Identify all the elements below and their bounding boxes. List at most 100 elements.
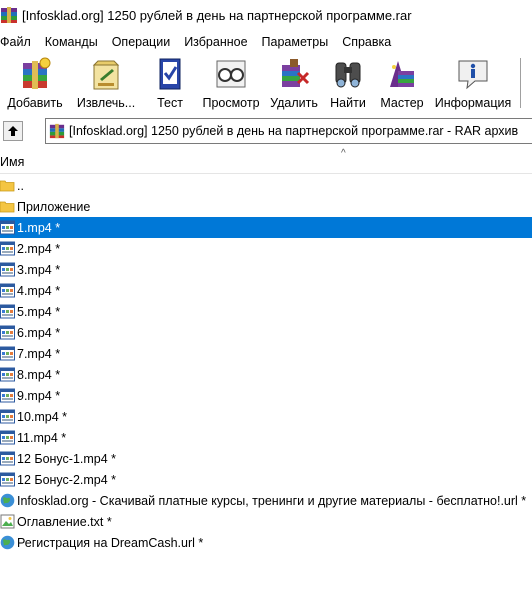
- column-name[interactable]: Имя: [0, 155, 24, 169]
- menu-favorites[interactable]: Избранное: [177, 35, 254, 49]
- extract-button-label: Извлечь...: [76, 96, 136, 110]
- file-row[interactable]: Infosklad.org - Скачивай платные курсы, …: [0, 490, 532, 511]
- file-name: 3.mp4 *: [17, 262, 61, 277]
- file-row[interactable]: 12 Бонус-2.mp4 *: [0, 469, 532, 490]
- test-button-label: Тест: [157, 96, 183, 110]
- menu-help[interactable]: Справка: [335, 35, 398, 49]
- file-name: 1.mp4 *: [17, 220, 61, 235]
- add-button[interactable]: Добавить: [0, 52, 70, 114]
- info-button-label: Информация: [434, 96, 512, 110]
- video-file-icon: [0, 409, 15, 424]
- extract-icon: [92, 60, 120, 90]
- up-one-level-button[interactable]: [3, 121, 23, 141]
- file-row[interactable]: 10.mp4 *: [0, 406, 532, 427]
- file-name: 4.mp4 *: [17, 283, 61, 298]
- view-button-label: Просмотр: [202, 96, 260, 110]
- file-row[interactable]: 12 Бонус-1.mp4 *: [0, 448, 532, 469]
- video-file-icon: [0, 220, 15, 235]
- archive-path: [Infosklad.org] 1250 рублей в день на па…: [69, 124, 519, 138]
- address-field[interactable]: [Infosklad.org] 1250 рублей в день на па…: [45, 118, 532, 144]
- file-row[interactable]: Регистрация на DreamCash.url *: [0, 532, 532, 553]
- video-file-icon: [0, 346, 15, 361]
- video-file-icon: [0, 472, 15, 487]
- file-name: 12 Бонус-2.mp4 *: [17, 472, 117, 487]
- file-row[interactable]: 6.mp4 *: [0, 322, 532, 343]
- menu-bar: Файл Команды Операции Избранное Параметр…: [0, 32, 532, 52]
- video-file-icon: [0, 325, 15, 340]
- view-button[interactable]: Просмотр: [198, 52, 264, 114]
- delete-button[interactable]: Удалить: [264, 52, 324, 114]
- file-name: Приложение: [17, 199, 91, 214]
- menu-commands[interactable]: Команды: [38, 35, 105, 49]
- file-row[interactable]: 2.mp4 *: [0, 238, 532, 259]
- file-name: Оглавление.txt *: [17, 514, 112, 529]
- file-list: .. Приложение 1.mp4 * 2.mp4 * 3.mp4 * 4.mp4 *…: [0, 175, 532, 553]
- video-file-icon: [0, 241, 15, 256]
- file-name: ..: [17, 178, 24, 193]
- add-button-label: Добавить: [7, 96, 63, 110]
- video-file-icon: [0, 388, 15, 403]
- find-button-label: Найти: [330, 96, 366, 110]
- file-name: 9.mp4 *: [17, 388, 61, 403]
- test-button[interactable]: Тест: [142, 52, 198, 114]
- menu-operations[interactable]: Операции: [105, 35, 177, 49]
- address-bar: [Infosklad.org] 1250 рублей в день на па…: [0, 118, 532, 144]
- find-icon: [335, 62, 361, 88]
- test-icon: [159, 58, 181, 90]
- column-header: Имя ^: [0, 148, 532, 174]
- arrow-up-icon: [8, 126, 18, 136]
- file-row[interactable]: 3.mp4 *: [0, 259, 532, 280]
- wizard-button-label: Мастер: [380, 96, 424, 110]
- file-row[interactable]: ..: [0, 175, 532, 196]
- add-archive-icon: [23, 57, 51, 89]
- video-file-icon: [0, 451, 15, 466]
- file-row[interactable]: 1.mp4 *: [0, 217, 532, 238]
- menu-file[interactable]: Файл: [0, 35, 38, 49]
- file-row[interactable]: 4.mp4 *: [0, 280, 532, 301]
- video-file-icon: [0, 430, 15, 445]
- file-row[interactable]: 11.mp4 *: [0, 427, 532, 448]
- globe-url-icon: [0, 535, 15, 550]
- file-name: 10.mp4 *: [17, 409, 68, 424]
- archive-icon: [49, 123, 65, 139]
- file-name: 6.mp4 *: [17, 325, 61, 340]
- file-name: 7.mp4 *: [17, 346, 61, 361]
- winrar-app-icon: [1, 7, 17, 23]
- info-icon: [458, 60, 488, 90]
- find-button[interactable]: Найти: [324, 52, 372, 114]
- menu-options[interactable]: Параметры: [255, 35, 336, 49]
- file-row[interactable]: Приложение: [0, 196, 532, 217]
- file-name: 5.mp4 *: [17, 304, 61, 319]
- folder-icon: [0, 178, 15, 193]
- file-name: 2.mp4 *: [17, 241, 61, 256]
- file-name: Infosklad.org - Скачивай платные курсы, …: [17, 493, 527, 508]
- view-icon: [216, 60, 246, 88]
- sort-ascending-icon: ^: [341, 148, 346, 159]
- video-file-icon: [0, 262, 15, 277]
- file-row[interactable]: 8.mp4 *: [0, 364, 532, 385]
- text-file-icon: [0, 514, 15, 529]
- file-row[interactable]: 9.mp4 *: [0, 385, 532, 406]
- window-title: [Infosklad.org] 1250 рублей в день на па…: [22, 7, 412, 23]
- wizard-button[interactable]: Мастер: [372, 52, 432, 114]
- video-file-icon: [0, 367, 15, 382]
- globe-url-icon: [0, 493, 15, 508]
- wizard-icon: [390, 61, 414, 87]
- file-name: 8.mp4 *: [17, 367, 61, 382]
- folder-icon: [0, 199, 15, 214]
- toolbar-separator: [520, 58, 521, 108]
- file-name: 11.mp4 *: [17, 430, 67, 445]
- video-file-icon: [0, 304, 15, 319]
- toolbar: Добавить Извлечь... Тест Просмотр Удалит…: [0, 52, 532, 114]
- delete-button-label: Удалить: [270, 96, 318, 110]
- video-file-icon: [0, 283, 15, 298]
- info-button[interactable]: Информация: [432, 52, 514, 114]
- file-name: 12 Бонус-1.mp4 *: [17, 451, 117, 466]
- file-row[interactable]: 7.mp4 *: [0, 343, 532, 364]
- title-bar: [Infosklad.org] 1250 рублей в день на па…: [0, 0, 532, 30]
- file-row[interactable]: Оглавление.txt *: [0, 511, 532, 532]
- delete-icon: [282, 59, 310, 87]
- file-row[interactable]: 5.mp4 *: [0, 301, 532, 322]
- extract-button[interactable]: Извлечь...: [70, 52, 142, 114]
- file-name: Регистрация на DreamCash.url *: [17, 535, 204, 550]
